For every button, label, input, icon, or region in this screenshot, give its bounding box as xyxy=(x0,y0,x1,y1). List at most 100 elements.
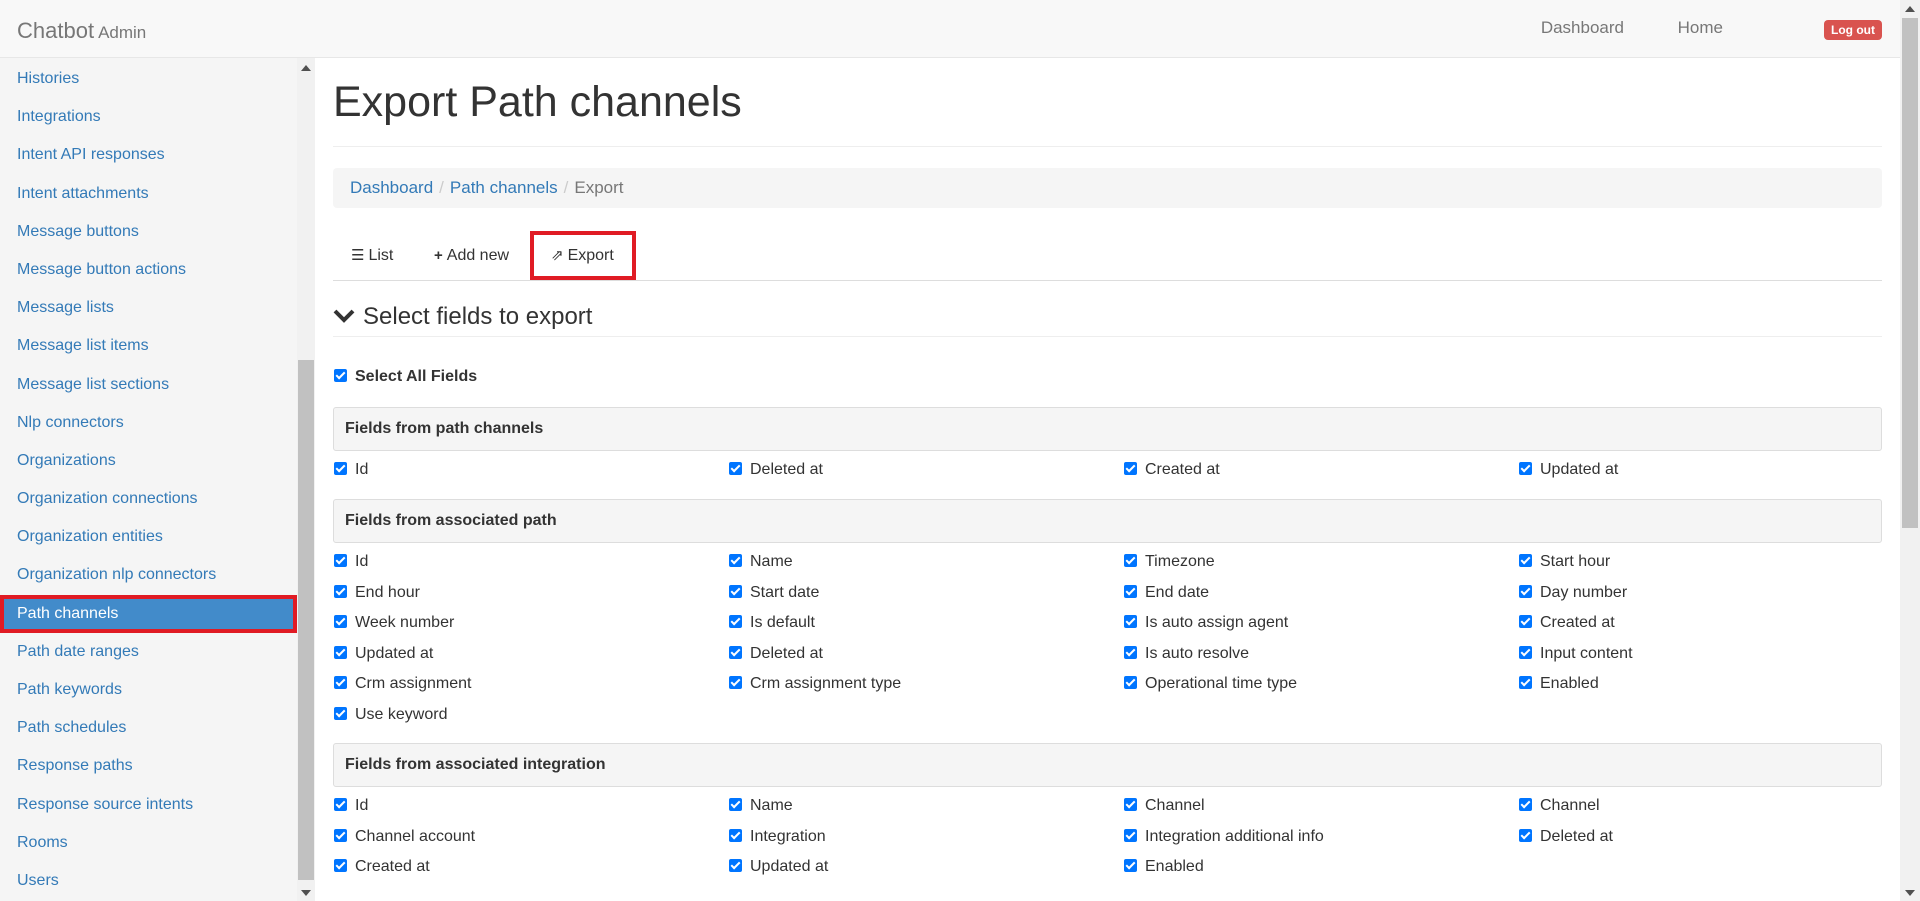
checkbox-checked-icon[interactable] xyxy=(1519,554,1532,567)
checkbox-checked-icon[interactable] xyxy=(729,615,742,628)
sidebar-item-histories[interactable]: Histories xyxy=(0,60,297,98)
brand-link[interactable]: Chatbot Admin xyxy=(17,18,146,44)
field-checkbox[interactable]: Updated at xyxy=(334,645,433,663)
checkbox-checked-icon[interactable] xyxy=(334,706,347,720)
sidebar-item-intent-attachments[interactable]: Intent attachments xyxy=(0,175,297,213)
checkbox-checked-icon[interactable] xyxy=(1519,676,1532,689)
sidebar-item-message-button-actions[interactable]: Message button actions xyxy=(0,251,297,289)
scroll-down-arrow-icon[interactable] xyxy=(301,890,311,896)
field-checkbox[interactable]: Channel xyxy=(1124,797,1205,815)
field-checkbox[interactable]: Crm assignment xyxy=(334,675,471,693)
field-checkbox[interactable]: Channel account xyxy=(334,828,475,846)
sidebar-item-rooms[interactable]: Rooms xyxy=(0,824,297,862)
sidebar-item-path-channels[interactable]: Path channels xyxy=(0,594,297,633)
field-checkbox[interactable]: Crm assignment type xyxy=(729,675,901,693)
checkbox-checked-icon[interactable] xyxy=(1519,462,1532,475)
field-checkbox[interactable]: Integration additional info xyxy=(1124,828,1324,846)
checkbox-checked-icon[interactable] xyxy=(729,645,742,659)
checkbox-checked-icon[interactable] xyxy=(1124,645,1137,659)
checkbox-checked-icon[interactable] xyxy=(1124,462,1137,475)
checkbox-checked-icon[interactable] xyxy=(1519,584,1532,598)
field-checkbox[interactable]: Deleted at xyxy=(729,461,823,479)
field-checkbox[interactable]: Week number xyxy=(334,614,454,632)
checkbox-checked-icon[interactable] xyxy=(1519,828,1532,842)
checkbox-checked-icon[interactable] xyxy=(334,554,347,567)
field-checkbox[interactable]: Id xyxy=(334,461,368,479)
field-checkbox[interactable]: Created at xyxy=(1124,461,1220,479)
field-checkbox[interactable]: Is auto assign agent xyxy=(1124,614,1288,632)
field-checkbox[interactable]: Updated at xyxy=(729,858,828,876)
page-scroll-thumb[interactable] xyxy=(1902,18,1918,528)
field-checkbox[interactable]: Created at xyxy=(334,858,430,876)
checkbox-checked-icon[interactable] xyxy=(729,676,742,689)
checkbox-checked-icon[interactable] xyxy=(729,554,742,567)
sidebar-item-response-paths[interactable]: Response paths xyxy=(0,747,297,785)
scroll-down-arrow-icon[interactable] xyxy=(1905,890,1915,896)
field-checkbox[interactable]: End date xyxy=(1124,584,1209,602)
checkbox-checked-icon[interactable] xyxy=(729,828,742,842)
field-checkbox[interactable]: Is default xyxy=(729,614,815,632)
field-checkbox[interactable]: Day number xyxy=(1519,584,1627,602)
sidebar-item-response-source-intents[interactable]: Response source intents xyxy=(0,786,297,824)
checkbox-checked-icon[interactable] xyxy=(334,615,347,628)
checkbox-checked-icon[interactable] xyxy=(1124,859,1137,872)
checkbox-checked-icon[interactable] xyxy=(334,676,347,689)
scroll-up-arrow-icon[interactable] xyxy=(1905,6,1915,12)
sidebar-item-organizations[interactable]: Organizations xyxy=(0,442,297,480)
checkbox-checked-icon[interactable] xyxy=(729,859,742,872)
sidebar-item-organization-nlp-connectors[interactable]: Organization nlp connectors xyxy=(0,556,297,594)
sidebar-item-message-list-sections[interactable]: Message list sections xyxy=(0,366,297,404)
nav-home-link[interactable]: Home xyxy=(1678,18,1723,38)
breadcrumb-dashboard-link[interactable]: Dashboard xyxy=(350,178,433,197)
nav-dashboard-link[interactable]: Dashboard xyxy=(1541,18,1624,38)
sidebar-item-message-list-items[interactable]: Message list items xyxy=(0,327,297,365)
sidebar-item-path-keywords[interactable]: Path keywords xyxy=(0,671,297,709)
breadcrumb-path-channels-link[interactable]: Path channels xyxy=(450,178,558,197)
sidebar-item-message-buttons[interactable]: Message buttons xyxy=(0,213,297,251)
checkbox-checked-icon[interactable] xyxy=(729,584,742,598)
sidebar-item-integrations[interactable]: Integrations xyxy=(0,98,297,136)
field-checkbox[interactable]: Use keyword xyxy=(334,706,447,724)
sidebar-scrollbar[interactable] xyxy=(297,58,315,901)
field-checkbox[interactable]: Timezone xyxy=(1124,553,1215,571)
field-checkbox[interactable]: Name xyxy=(729,797,793,815)
checkbox-checked-icon[interactable] xyxy=(334,462,347,475)
tab-list[interactable]: ☰ List xyxy=(351,231,393,280)
sidebar-item-nlp-connectors[interactable]: Nlp connectors xyxy=(0,404,297,442)
checkbox-checked-icon[interactable] xyxy=(1124,798,1137,811)
scroll-up-arrow-icon[interactable] xyxy=(301,65,311,71)
checkbox-checked-icon[interactable] xyxy=(1124,584,1137,598)
sidebar-item-intent-api-responses[interactable]: Intent API responses xyxy=(0,136,297,174)
field-checkbox[interactable]: Created at xyxy=(1519,614,1615,632)
sidebar-item-organization-connections[interactable]: Organization connections xyxy=(0,480,297,518)
field-checkbox[interactable]: Enabled xyxy=(1124,858,1204,876)
checkbox-checked-icon[interactable] xyxy=(1124,828,1137,842)
checkbox-checked-icon[interactable] xyxy=(334,645,347,659)
checkbox-checked-icon[interactable] xyxy=(334,859,347,872)
field-checkbox[interactable]: Integration xyxy=(729,828,826,846)
field-checkbox[interactable]: Start date xyxy=(729,584,819,602)
sidebar-item-users[interactable]: Users xyxy=(0,862,297,900)
checkbox-checked-icon[interactable] xyxy=(334,828,347,842)
field-checkbox[interactable]: Deleted at xyxy=(729,645,823,663)
select-fields-section-toggle[interactable]: Select fields to export xyxy=(333,303,1882,337)
field-checkbox[interactable]: Name xyxy=(729,553,793,571)
field-checkbox[interactable]: Id xyxy=(334,553,368,571)
checkbox-checked-icon[interactable] xyxy=(334,798,347,811)
checkbox-checked-icon[interactable] xyxy=(1124,676,1137,689)
checkbox-checked-icon[interactable] xyxy=(1124,615,1137,628)
field-checkbox[interactable]: Operational time type xyxy=(1124,675,1297,693)
checkbox-checked-icon[interactable] xyxy=(1519,615,1532,628)
checkbox-checked-icon[interactable] xyxy=(1519,798,1532,811)
sidebar-item-message-lists[interactable]: Message lists xyxy=(0,289,297,327)
logout-button[interactable]: Log out xyxy=(1824,20,1882,40)
checkbox-checked-icon[interactable] xyxy=(1519,645,1532,659)
field-checkbox[interactable]: Input content xyxy=(1519,645,1633,663)
sidebar-item-path-schedules[interactable]: Path schedules xyxy=(0,709,297,747)
field-checkbox[interactable]: Deleted at xyxy=(1519,828,1613,846)
checkbox-checked-icon[interactable] xyxy=(334,584,347,598)
field-checkbox[interactable]: Channel xyxy=(1519,797,1600,815)
checkbox-checked-icon[interactable] xyxy=(729,462,742,475)
tab-add-new[interactable]: + Add new xyxy=(434,231,509,280)
field-checkbox[interactable]: Enabled xyxy=(1519,675,1599,693)
